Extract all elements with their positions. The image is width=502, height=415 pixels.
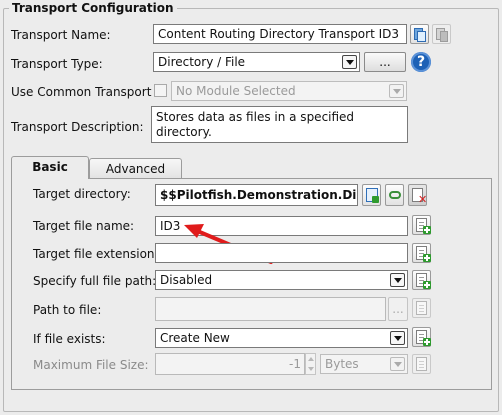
paste-icon-front (440, 31, 448, 42)
full-file-path-value: Disabled (160, 273, 213, 287)
directory-link-button[interactable] (385, 184, 404, 206)
path-to-file-browse-button[interactable]: ... (388, 297, 408, 321)
link-icon (389, 191, 401, 199)
common-transport-checkbox[interactable] (154, 84, 167, 97)
full-file-path-add-button[interactable] (412, 270, 431, 290)
common-transport-select[interactable]: No Module Selected (171, 81, 407, 101)
transport-type-value: Directory / File (158, 55, 246, 69)
transport-name-label: Transport Name: (11, 28, 111, 42)
target-file-extension-input[interactable] (155, 243, 408, 263)
full-file-path-label: Specify full file path: (33, 274, 157, 288)
transport-type-select[interactable]: Directory / File (153, 52, 360, 72)
target-file-name-label: Target file name: (33, 219, 135, 233)
directory-clear-button[interactable]: ✕ (408, 184, 427, 206)
document-icon (416, 301, 427, 315)
path-to-file-label: Path to file: (33, 303, 102, 317)
tab-advanced[interactable]: Advanced (89, 158, 182, 178)
chevron-down-icon[interactable] (342, 55, 357, 69)
max-file-size-unit-value: Bytes (325, 357, 359, 371)
plus-badge-icon (372, 196, 379, 203)
transport-type-browse-button[interactable]: ... (364, 52, 406, 72)
full-file-path-select[interactable]: Disabled (155, 270, 408, 290)
copy-icon-front (417, 31, 426, 42)
if-file-exists-label: If file exists: (33, 332, 106, 346)
common-transport-value: No Module Selected (176, 84, 296, 98)
if-file-exists-value: Create New (160, 331, 230, 345)
description-label: Transport Description: (11, 120, 144, 134)
path-to-file-add-button[interactable] (412, 298, 431, 318)
max-file-size-label: Maximum File Size: (33, 358, 149, 372)
target-file-extension-label: Target file extension: (33, 247, 159, 261)
max-file-size-input[interactable]: -1 (155, 353, 305, 375)
description-textarea[interactable]: Stores data as files in a specified dire… (151, 106, 408, 143)
tab-basic[interactable]: Basic (11, 156, 89, 179)
plus-badge-icon (423, 226, 431, 234)
help-icon[interactable]: ? (411, 52, 431, 72)
directory-variable-button[interactable] (362, 184, 381, 206)
if-file-exists-add-button[interactable] (412, 327, 431, 347)
target-directory-label: Target directory: (33, 187, 131, 201)
plus-badge-icon (423, 254, 431, 262)
transport-type-label: Transport Type: (11, 57, 103, 71)
plus-badge-icon (423, 338, 431, 346)
path-to-file-input[interactable] (155, 297, 386, 321)
chevron-down-icon[interactable] (390, 331, 405, 345)
plus-badge-icon (423, 281, 431, 289)
paste-button[interactable] (432, 24, 451, 44)
chevron-down-icon[interactable] (390, 273, 405, 287)
chevron-down-icon[interactable] (390, 357, 405, 371)
transport-name-input[interactable]: Content Routing Directory Transport ID3 (153, 24, 407, 44)
chevron-down-icon[interactable] (389, 84, 404, 98)
common-transport-label: Use Common Transport (11, 85, 152, 99)
max-file-size-add-button[interactable] (412, 354, 431, 374)
target-file-name-add-button[interactable] (412, 215, 431, 235)
copy-button[interactable] (410, 24, 429, 44)
if-file-exists-select[interactable]: Create New (155, 328, 408, 348)
x-icon: ✕ (418, 193, 428, 206)
document-icon (416, 357, 427, 371)
target-directory-input[interactable]: $$Pilotfish.Demonstration.Director (155, 184, 358, 206)
max-file-size-unit-select[interactable]: Bytes (320, 354, 408, 374)
group-title: Transport Configuration (9, 0, 177, 16)
target-file-extension-add-button[interactable] (412, 243, 431, 263)
max-file-size-spinner[interactable] (305, 353, 316, 375)
